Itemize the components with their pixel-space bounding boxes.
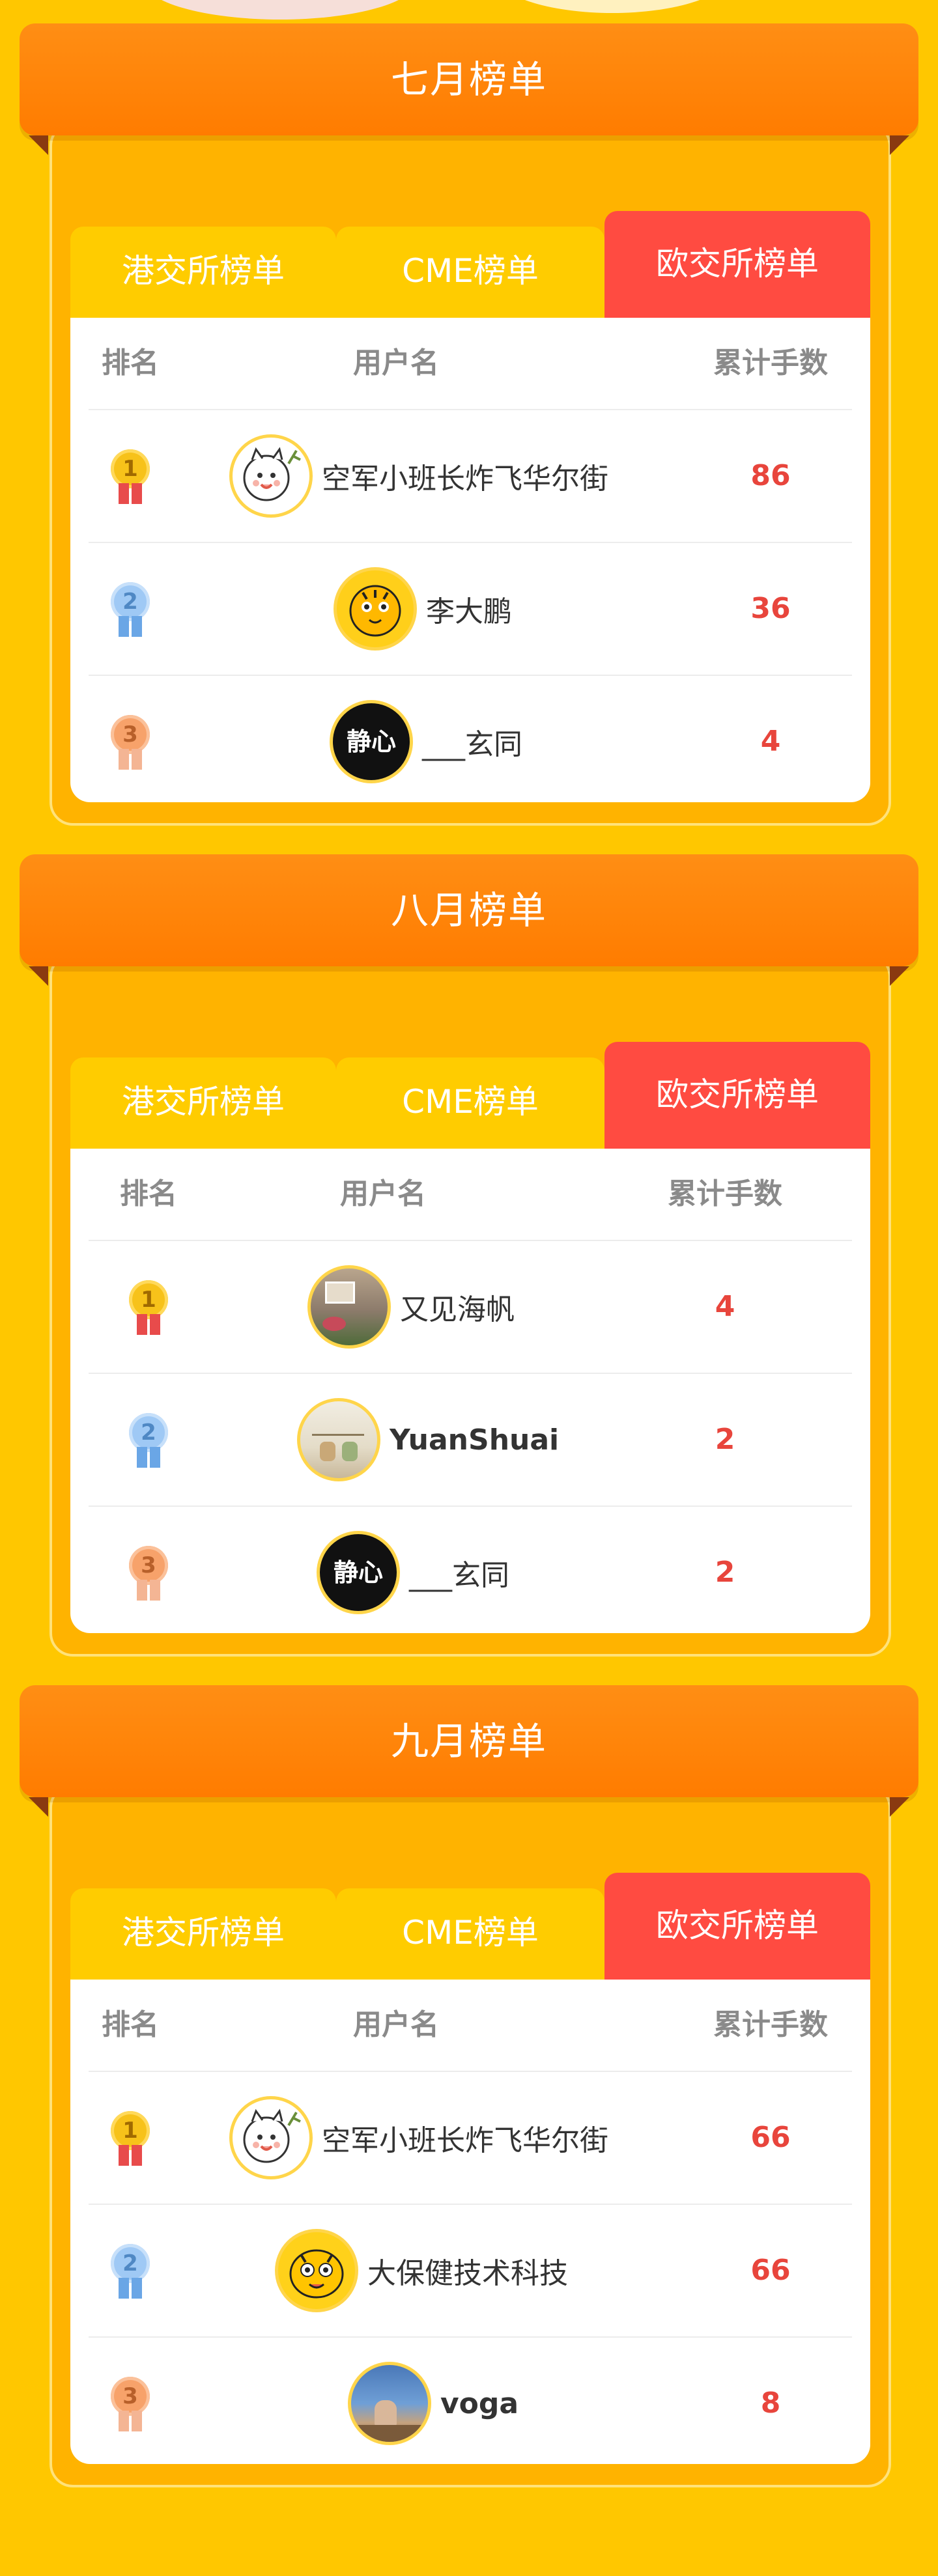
column-header-username: 用户名 xyxy=(340,1177,426,1211)
username: YuanShuai xyxy=(390,1423,560,1457)
column-header-username: 用户名 xyxy=(353,346,439,380)
tab-ice-active[interactable]: 欧交所榜单 xyxy=(604,1042,870,1154)
tab-cme[interactable]: CME榜单 xyxy=(336,1888,604,1985)
sketch-avatar xyxy=(297,1398,380,1481)
user-cell: 空军小班长炸飞华尔街 xyxy=(229,410,608,542)
gold-medal-icon: 1 xyxy=(107,2111,154,2166)
silver-medal-icon: 2 xyxy=(107,2244,154,2299)
section-header: 七月榜单 xyxy=(20,23,918,135)
user-cell: YuanShuai xyxy=(297,1374,559,1505)
table-row[interactable]: 1 空军小班长炸飞华尔街 66 xyxy=(70,2072,870,2204)
table-row[interactable]: 3 静心 ___玄同 2 xyxy=(70,1507,870,1633)
user-cell: 静心 ___玄同 xyxy=(330,676,522,802)
silver-medal-icon: 2 xyxy=(107,582,154,637)
tab-ice-active[interactable]: 欧交所榜单 xyxy=(604,1873,870,1985)
column-header-lots: 累计手数 xyxy=(713,2008,828,2041)
tab-ice-active[interactable]: 欧交所榜单 xyxy=(604,211,870,323)
tiger-avatar xyxy=(275,2229,358,2312)
table-row[interactable]: 2 YuanShuai 2 xyxy=(70,1374,870,1505)
username: voga xyxy=(440,2387,519,2420)
user-cell: 空军小班长炸飞华尔街 xyxy=(229,2072,608,2204)
leaderboard-september: 九月榜单 港交所榜单 CME榜单 欧交所榜单 排名 用户名 累计手数 1 空军小… xyxy=(0,1685,938,2506)
tab-hkex[interactable]: 港交所榜单 xyxy=(70,1888,336,1985)
bronze-medal-icon: 3 xyxy=(107,715,154,770)
bronze-medal-icon: 3 xyxy=(107,2377,154,2431)
lots-value: 2 xyxy=(715,1423,735,1456)
lots-value: 66 xyxy=(750,2121,791,2154)
cartoon-cat-avatar xyxy=(229,434,313,518)
username: ___玄同 xyxy=(422,728,522,761)
table-row[interactable]: 3 静心 ___玄同 4 xyxy=(70,676,870,802)
username: 李大鹏 xyxy=(426,595,512,628)
username: ___玄同 xyxy=(409,1559,509,1592)
section-header: 九月榜单 xyxy=(20,1685,918,1797)
lots-value: 4 xyxy=(715,1290,735,1323)
ranking-table: 排名 用户名 累计手数 1 又见海帆 4 2 YuanShuai 2 3 静心 … xyxy=(70,1149,870,1633)
column-header-rank: 排名 xyxy=(102,2008,159,2041)
lots-value: 2 xyxy=(715,1556,735,1589)
table-row[interactable]: 2 大保健技术科技 66 xyxy=(70,2205,870,2336)
gold-medal-icon: 1 xyxy=(125,1280,172,1335)
tab-cme[interactable]: CME榜单 xyxy=(336,227,604,323)
column-header-rank: 排名 xyxy=(120,1177,177,1211)
table-row[interactable]: 1 空军小班长炸飞华尔街 86 xyxy=(70,410,870,542)
section-title: 八月榜单 xyxy=(390,888,547,932)
gold-medal-icon: 1 xyxy=(107,449,154,504)
username: 大保健技术科技 xyxy=(367,2257,568,2290)
section-title: 七月榜单 xyxy=(390,57,547,102)
jingxin-avatar: 静心 xyxy=(317,1531,400,1614)
column-header-lots: 累计手数 xyxy=(668,1177,782,1211)
lots-value: 86 xyxy=(750,459,791,492)
photo-avatar xyxy=(307,1265,391,1349)
silver-medal-icon: 2 xyxy=(125,1413,172,1468)
cartoon-cat-avatar xyxy=(229,2096,313,2179)
lots-value: 66 xyxy=(750,2254,791,2287)
bronze-medal-icon: 3 xyxy=(125,1546,172,1601)
user-cell: 又见海帆 xyxy=(307,1241,515,1373)
column-header-rank: 排名 xyxy=(102,346,159,380)
leaderboard-july: 七月榜单 港交所榜单 CME榜单 欧交所榜单 排名 用户名 累计手数 1 空军小… xyxy=(0,23,938,844)
top-decoration xyxy=(0,0,938,26)
lots-value: 8 xyxy=(760,2387,781,2420)
photo-avatar xyxy=(348,2362,431,2445)
user-cell: voga xyxy=(348,2338,519,2464)
column-header-username: 用户名 xyxy=(353,2008,439,2041)
jingxin-avatar: 静心 xyxy=(330,700,413,783)
leaderboard-august: 八月榜单 港交所榜单 CME榜单 欧交所榜单 排名 用户名 累计手数 1 又见海… xyxy=(0,854,938,1675)
table-row[interactable]: 1 又见海帆 4 xyxy=(70,1241,870,1373)
lots-value: 36 xyxy=(750,592,791,625)
username: 又见海帆 xyxy=(400,1293,515,1326)
column-header-lots: 累计手数 xyxy=(713,346,828,380)
table-row[interactable]: 2 李大鹏 36 xyxy=(70,543,870,675)
tab-hkex[interactable]: 港交所榜单 xyxy=(70,227,336,323)
leaderboard-page: 七月榜单 港交所榜单 CME榜单 欧交所榜单 排名 用户名 累计手数 1 空军小… xyxy=(0,0,938,2576)
user-cell: 大保健技术科技 xyxy=(275,2205,568,2336)
section-title: 九月榜单 xyxy=(390,1719,547,1763)
tab-hkex[interactable]: 港交所榜单 xyxy=(70,1057,336,1154)
section-header: 八月榜单 xyxy=(20,854,918,966)
ranking-table: 排名 用户名 累计手数 1 空军小班长炸飞华尔街 66 2 大保健技术科技 66… xyxy=(70,1980,870,2464)
username: 空军小班长炸飞华尔街 xyxy=(322,462,608,496)
table-row[interactable]: 3 voga 8 xyxy=(70,2338,870,2464)
username: 空军小班长炸飞华尔街 xyxy=(322,2124,608,2157)
ranking-table: 排名 用户名 累计手数 1 空军小班长炸飞华尔街 86 2 李大鹏 36 3 静… xyxy=(70,318,870,802)
tab-cme[interactable]: CME榜单 xyxy=(336,1057,604,1154)
lots-value: 4 xyxy=(760,725,781,758)
user-cell: 静心 ___玄同 xyxy=(317,1507,509,1633)
tiger-avatar xyxy=(334,567,417,651)
user-cell: 李大鹏 xyxy=(334,543,512,675)
